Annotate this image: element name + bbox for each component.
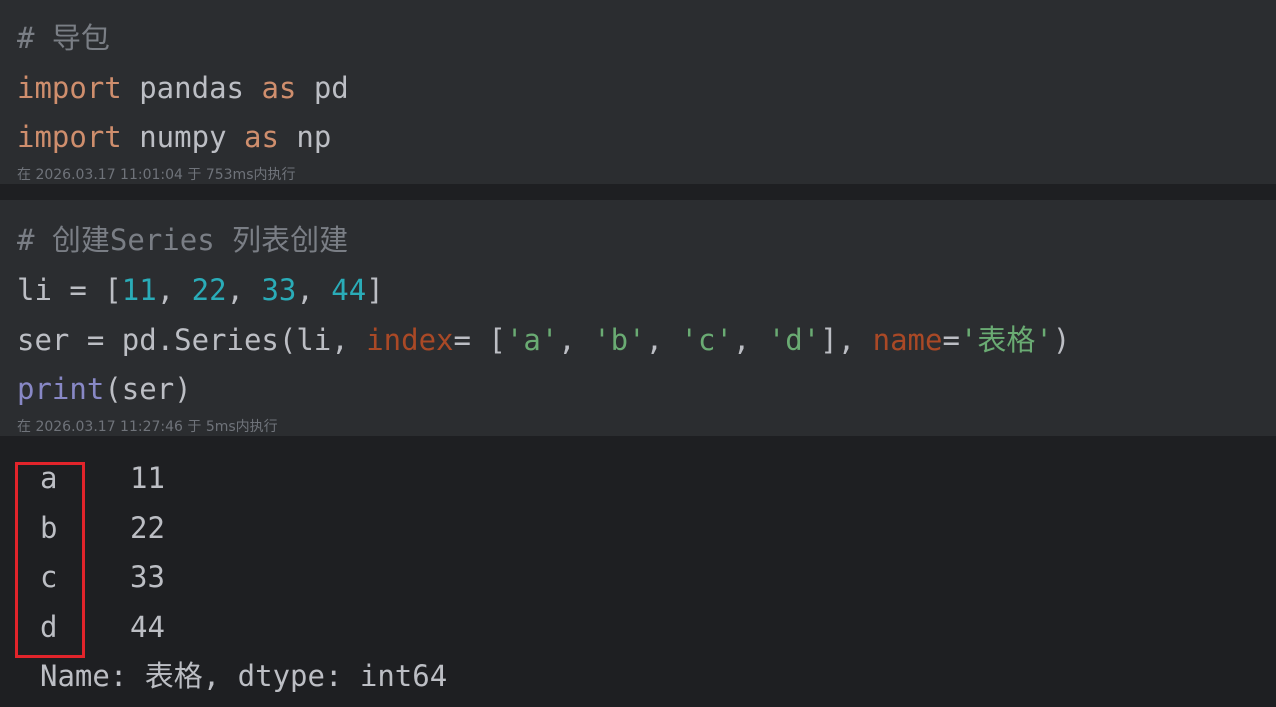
code-text: ,: [296, 273, 332, 307]
code-text: ser = pd.Series(li,: [17, 323, 367, 357]
code-text: ,: [156, 273, 192, 307]
execution-meta: 在 2026.03.17 11:01:04 于 753ms内执行: [17, 167, 296, 183]
module-name: numpy: [121, 120, 244, 154]
keyword: as: [261, 71, 297, 105]
code-cell-imports[interactable]: # 导包 import pandas as pd import numpy as…: [0, 0, 1276, 184]
string: '表格': [959, 323, 1053, 357]
parameter: name: [872, 323, 943, 357]
code-text: (ser): [104, 372, 192, 406]
string: 'b': [593, 323, 646, 357]
code-text: ,: [645, 323, 681, 357]
code-line-print: print(ser): [17, 371, 192, 407]
code-text: = [: [453, 323, 506, 357]
code-text: ]: [366, 273, 384, 307]
index-highlight-box: [15, 462, 85, 658]
alias: pd: [296, 71, 349, 105]
number: 22: [191, 273, 227, 307]
code-line-import-pandas: import pandas as pd: [17, 70, 349, 106]
code-line-series: ser = pd.Series(li, index= ['a', 'b', 'c…: [17, 322, 1070, 358]
code-text: ,: [558, 323, 594, 357]
output-value: 11: [130, 461, 165, 495]
output-footer: Name: 表格, dtype: int64: [40, 659, 448, 693]
code-text: =: [942, 323, 960, 357]
parameter: index: [366, 323, 454, 357]
code-line-list: li = [11, 22, 33, 44]: [17, 272, 384, 308]
keyword: import: [17, 120, 122, 154]
module-name: pandas: [121, 71, 262, 105]
string: 'c': [680, 323, 733, 357]
output-value: 22: [130, 511, 165, 545]
output-value: 44: [130, 610, 165, 644]
string: 'd': [767, 323, 821, 357]
code-line-import-numpy: import numpy as np: [17, 119, 331, 155]
code-text: ],: [820, 323, 873, 357]
code-text: ): [1052, 323, 1071, 357]
code-text: ,: [226, 273, 262, 307]
string: 'a': [505, 323, 559, 357]
number: 11: [121, 273, 157, 307]
output-value: 33: [130, 560, 165, 594]
alias: np: [278, 120, 332, 154]
code-text: li = [: [17, 273, 122, 307]
execution-meta: 在 2026.03.17 11:27:46 于 5ms内执行: [17, 419, 278, 435]
code-comment: # 创建Series 列表创建: [17, 223, 349, 257]
builtin-function: print: [17, 372, 105, 406]
number: 44: [331, 273, 367, 307]
code-text: ,: [732, 323, 768, 357]
code-cell-series[interactable]: # 创建Series 列表创建 li = [11, 22, 33, 44] se…: [0, 200, 1276, 436]
code-comment: # 导包: [17, 21, 110, 55]
keyword: as: [243, 120, 279, 154]
number: 33: [261, 273, 297, 307]
keyword: import: [17, 71, 122, 105]
